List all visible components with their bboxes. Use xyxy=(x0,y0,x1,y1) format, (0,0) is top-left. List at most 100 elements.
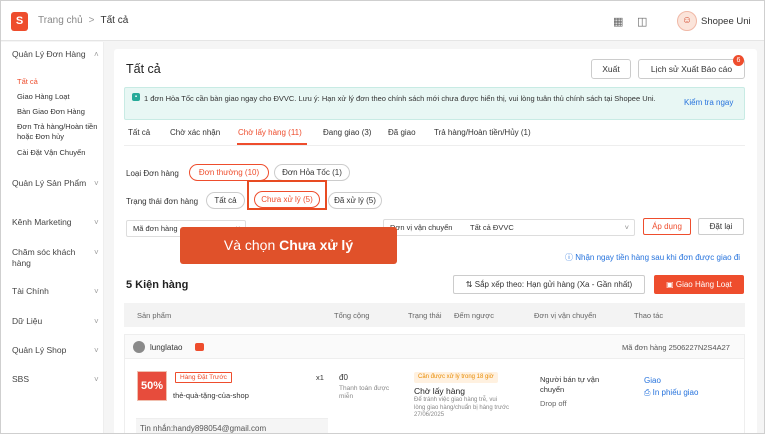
column-actions: Thao tác xyxy=(634,311,664,320)
sidebar-section-shop[interactable]: Quản Lý Shop ˅ xyxy=(12,345,99,356)
sidebar-item-handover[interactable]: Bàn Giao Đơn Hàng xyxy=(17,107,85,117)
column-total: Tổng cộng xyxy=(334,311,370,320)
check-now-link[interactable]: Kiểm tra ngay xyxy=(684,98,733,107)
column-product: Sản phẩm xyxy=(137,311,172,320)
product-quantity: x1 xyxy=(316,373,324,382)
promo-text: Nhận ngay tiền hàng sau khi đơn được gia… xyxy=(575,253,741,262)
sidebar-section-label: Dữ Liệu xyxy=(12,316,43,326)
order-header: lunglatao Mã đơn hàng 2506227N2S4A27 xyxy=(125,335,744,359)
shopee-logo-icon[interactable]: S xyxy=(11,12,28,31)
tab-returns[interactable]: Trả hàng/Hoàn tiền/Hủy (1) xyxy=(434,128,531,137)
sidebar-section-finance[interactable]: Tài Chính ˅ xyxy=(12,286,99,297)
book-icon[interactable]: ◫ xyxy=(637,15,647,28)
reset-button[interactable]: Đặt lại xyxy=(698,218,744,235)
column-carrier: Đơn vị vận chuyển xyxy=(534,311,597,320)
sort-button[interactable]: ⇅ Sắp xếp theo: Hạn gửi hàng (Xa - Gần n… xyxy=(453,275,645,294)
sidebar-section-label: Chăm sóc khách hàng xyxy=(12,247,76,268)
print-waybill-link[interactable]: ⎙ In phiếu giao xyxy=(644,388,698,398)
sort-label: Sắp xếp theo: Hạn gửi hàng (Xa - Gần nhấ… xyxy=(474,280,633,289)
sidebar-section-marketing[interactable]: Kênh Marketing ˅ xyxy=(12,217,99,228)
sidebar-section-label: SBS xyxy=(12,374,30,384)
callout-text: Và chọn xyxy=(223,237,280,253)
search-type-value: Mã đơn hàng xyxy=(133,224,178,233)
sidebar-item-shipping-settings[interactable]: Cài Đặt Vận Chuyển xyxy=(17,148,85,158)
notice-text: 1 đơn Hỏa Tốc cần bàn giao ngay cho ĐVVC… xyxy=(144,94,656,103)
chevron-down-icon: ˅ xyxy=(624,223,629,232)
buyer-avatar xyxy=(133,341,145,353)
bulk-ship-label: Giao Hàng Loạt xyxy=(675,280,732,289)
table-header: Sản phẩm Tổng cộng Trạng thái Đếm ngược … xyxy=(124,303,745,327)
sort-icon: ⇅ xyxy=(465,280,475,289)
order-status: Chờ lấy hàng xyxy=(414,386,465,396)
sidebar-section-label: Quản Lý Sản Phẩm xyxy=(12,178,87,188)
order-id: Mã đơn hàng 2506227N2S4A27 xyxy=(622,343,730,352)
carrier-value: Tất cả ĐVVC xyxy=(470,223,514,232)
sidebar: Quản Lý Đơn Hàng ˄ Tất cả Giao Hàng Loạt… xyxy=(1,42,104,433)
ship-link[interactable]: Giao xyxy=(644,376,661,385)
chevron-down-icon: ˅ xyxy=(94,317,99,326)
tab-delivered[interactable]: Đã giao xyxy=(388,128,416,137)
order-type-label: Loại Đơn hàng xyxy=(126,169,179,178)
status-all[interactable]: Tất cả xyxy=(206,192,245,209)
print-waybill-label: In phiếu giao xyxy=(652,388,699,397)
sidebar-section-data[interactable]: Dữ Liệu ˅ xyxy=(12,316,99,327)
sidebar-item-returns[interactable]: Đơn Trả hàng/Hoàn tiền hoặc Đơn hủy xyxy=(17,122,99,142)
export-button[interactable]: Xuất xyxy=(591,59,631,79)
breadcrumb-home[interactable]: Trang chủ xyxy=(38,15,83,26)
package-count: 5 Kiện hàng xyxy=(126,279,189,291)
order-type-express[interactable]: Đơn Hỏa Tốc (1) xyxy=(274,164,350,181)
carrier-label: Đơn vị vận chuyển xyxy=(390,223,453,232)
chevron-down-icon: ˅ xyxy=(94,218,99,227)
payment-note: Thanh toán được miễn xyxy=(339,385,390,400)
tab-waiting-pickup[interactable]: Chờ lấy hàng (11) xyxy=(238,128,302,137)
callout-text-bold: Chưa xử lý xyxy=(279,237,354,253)
sidebar-item-bulk-ship[interactable]: Giao Hàng Loạt xyxy=(17,92,70,102)
tab-shipping[interactable]: Đang giao (3) xyxy=(323,128,371,137)
buyer-name[interactable]: lunglatao xyxy=(150,343,182,352)
apply-button[interactable]: Áp dụng xyxy=(643,218,691,235)
notice-banner: ▪ 1 đơn Hỏa Tốc cần bàn giao ngay cho ĐV… xyxy=(124,87,745,120)
sidebar-section-orders[interactable]: Quản Lý Đơn Hàng ˄ xyxy=(12,49,99,60)
payout-promo-link[interactable]: ⓘ Nhận ngay tiền hàng sau khi đơn được g… xyxy=(565,252,740,263)
sidebar-section-sbs[interactable]: SBS ˅ xyxy=(12,374,99,385)
preorder-tag: Hàng Đặt Trước xyxy=(175,372,232,383)
column-countdown: Đếm ngược xyxy=(454,311,494,320)
product-name: thẻ-quà-tặng-của-shop xyxy=(173,391,249,400)
info-circle-icon: ⓘ xyxy=(565,253,576,262)
tab-pending-confirm[interactable]: Chờ xác nhận xyxy=(170,128,220,137)
tutorial-callout: Và chọn Chưa xử lý xyxy=(180,227,397,264)
status-processed[interactable]: Đã xử lý (5) xyxy=(328,192,382,209)
carrier-select[interactable]: Đơn vị vận chuyển Tất cả ĐVVC ˅ xyxy=(383,219,635,236)
sidebar-section-label: Quản Lý Đơn Hàng xyxy=(12,49,86,59)
column-status: Trạng thái xyxy=(408,311,442,320)
sidebar-section-label: Kênh Marketing xyxy=(12,217,72,227)
app-window: S Trang chủ > Tất cả ▦ ◫ ☺ Shopee Uni Quản… xyxy=(0,0,765,434)
print-icon: ⎙ xyxy=(644,388,653,397)
order-total: đ0 xyxy=(339,373,348,382)
breadcrumb-separator: > xyxy=(88,15,95,26)
user-name[interactable]: Shopee Uni xyxy=(701,16,751,27)
main-content: Tất cả Xuất Lịch sử Xuất Báo cáo 6 ▪ 1 đ… xyxy=(114,49,757,433)
bulk-ship-button[interactable]: ▣ Giao Hàng Loạt xyxy=(654,275,744,294)
order-status-description: Để tránh việc giao hàng trễ, vui lòng gi… xyxy=(414,397,510,418)
chevron-down-icon: ˅ xyxy=(94,248,99,257)
notification-badge: 6 xyxy=(733,55,744,66)
chevron-down-icon: ˅ xyxy=(94,287,99,296)
order-type-normal[interactable]: Đơn thường (10) xyxy=(189,164,269,181)
grid-icon[interactable]: ▦ xyxy=(613,15,623,28)
truck-icon: ▣ xyxy=(666,280,676,289)
top-bar: S Trang chủ > Tất cả ▦ ◫ ☺ Shopee Uni xyxy=(1,1,764,41)
chevron-down-icon: ˅ xyxy=(94,375,99,384)
carrier-name: Người bán tự vận chuyển xyxy=(540,375,600,394)
info-icon: ▪ xyxy=(132,93,140,101)
tab-all[interactable]: Tất cả xyxy=(128,128,150,137)
chevron-down-icon: ˅ xyxy=(94,346,99,355)
avatar[interactable]: ☺ xyxy=(677,11,697,31)
tabs-divider xyxy=(124,145,745,146)
order-status-label: Trạng thái đơn hàng xyxy=(126,197,199,206)
sidebar-item-all[interactable]: Tất cả xyxy=(17,77,38,87)
sidebar-section-products[interactable]: Quản Lý Sản Phẩm ˅ xyxy=(12,178,99,189)
chat-icon[interactable] xyxy=(195,343,204,351)
export-history-button[interactable]: Lịch sử Xuất Báo cáo xyxy=(638,59,745,79)
sidebar-section-customer-care[interactable]: Chăm sóc khách hàng ˅ xyxy=(12,247,99,269)
